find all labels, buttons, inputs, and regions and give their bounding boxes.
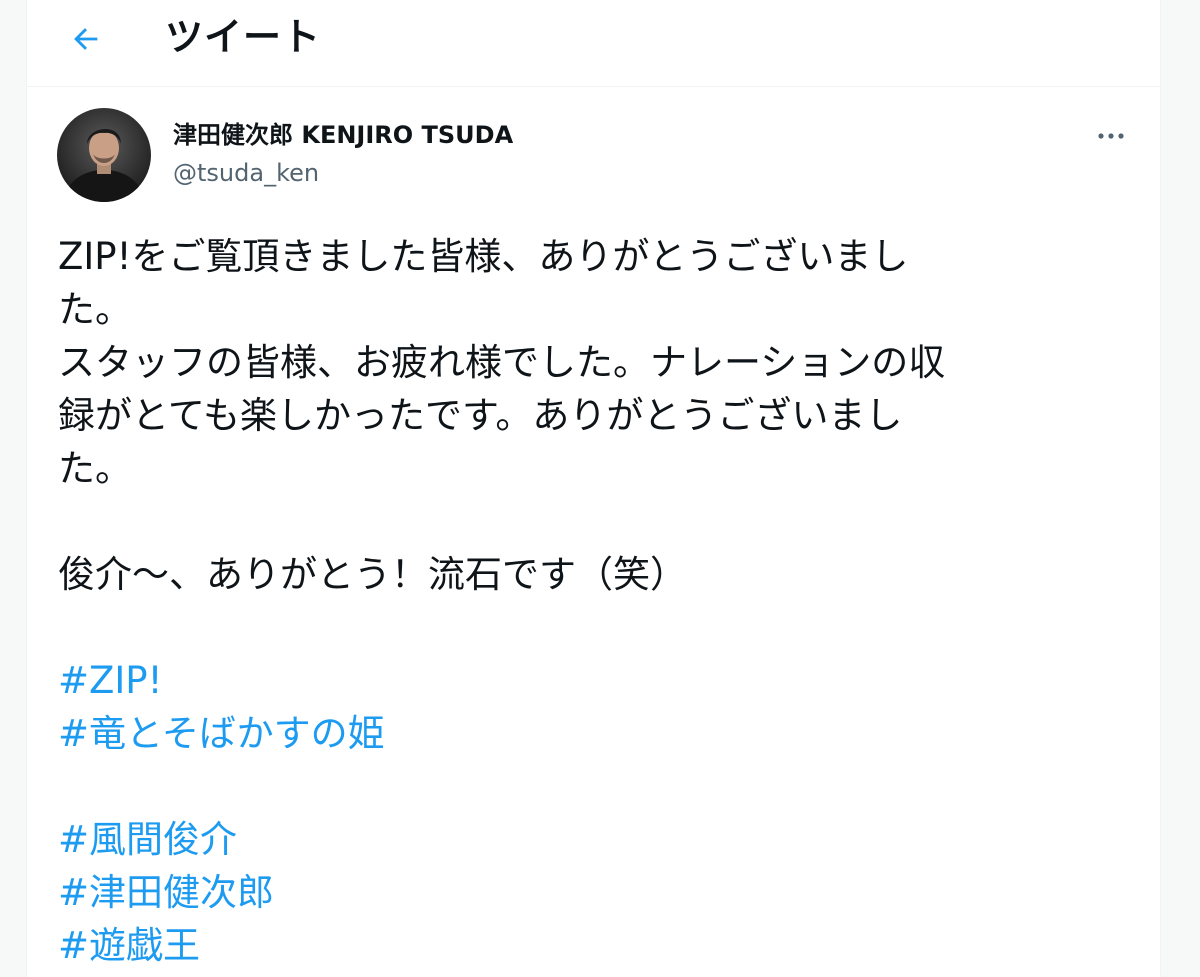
hashtag-link[interactable]: #津田健次郎: [58, 866, 1118, 919]
hashtag-link[interactable]: #遊戯王: [58, 919, 1118, 972]
tweet-page: ツイート 津田健次郎 KENJIRO TSUDA @tsuda_ken ZIP!…: [26, 0, 1161, 977]
author-display-name[interactable]: 津田健次郎 KENJIRO TSUDA: [173, 118, 513, 152]
arrow-left-icon: [74, 28, 98, 50]
back-button[interactable]: [61, 14, 111, 64]
tweet-text: ZIP!をご覧頂きました皆様、ありがとうございまし た。 スタッフの皆様、お疲れ…: [58, 230, 1118, 972]
tweet-line: 録がとても楽しかったです。ありがとうございまし: [58, 394, 903, 437]
hashtag-link[interactable]: #ZIP!: [58, 654, 1118, 707]
avatar[interactable]: [57, 108, 151, 202]
tweet-line: スタッフの皆様、お疲れ様でした。ナレーションの収: [58, 341, 946, 384]
author-handle[interactable]: @tsuda_ken: [173, 156, 319, 190]
profile-photo: [57, 108, 151, 202]
header-bar: ツイート: [27, 0, 1160, 87]
tweet-line: ZIP!をご覧頂きました皆様、ありがとうございまし: [58, 235, 909, 278]
page-title: ツイート: [165, 15, 322, 59]
tweet-line: 俊介〜、ありがとう！流石です（笑）: [58, 553, 687, 596]
tweet-line: た。: [58, 288, 132, 331]
hashtag-link[interactable]: #竜とそばかすの姫: [58, 707, 1118, 760]
more-horizontal-icon: [1098, 133, 1124, 139]
more-options-button[interactable]: [1089, 116, 1133, 156]
hashtag-link[interactable]: #風間俊介: [58, 813, 1118, 866]
tweet-line: た。: [58, 447, 132, 490]
